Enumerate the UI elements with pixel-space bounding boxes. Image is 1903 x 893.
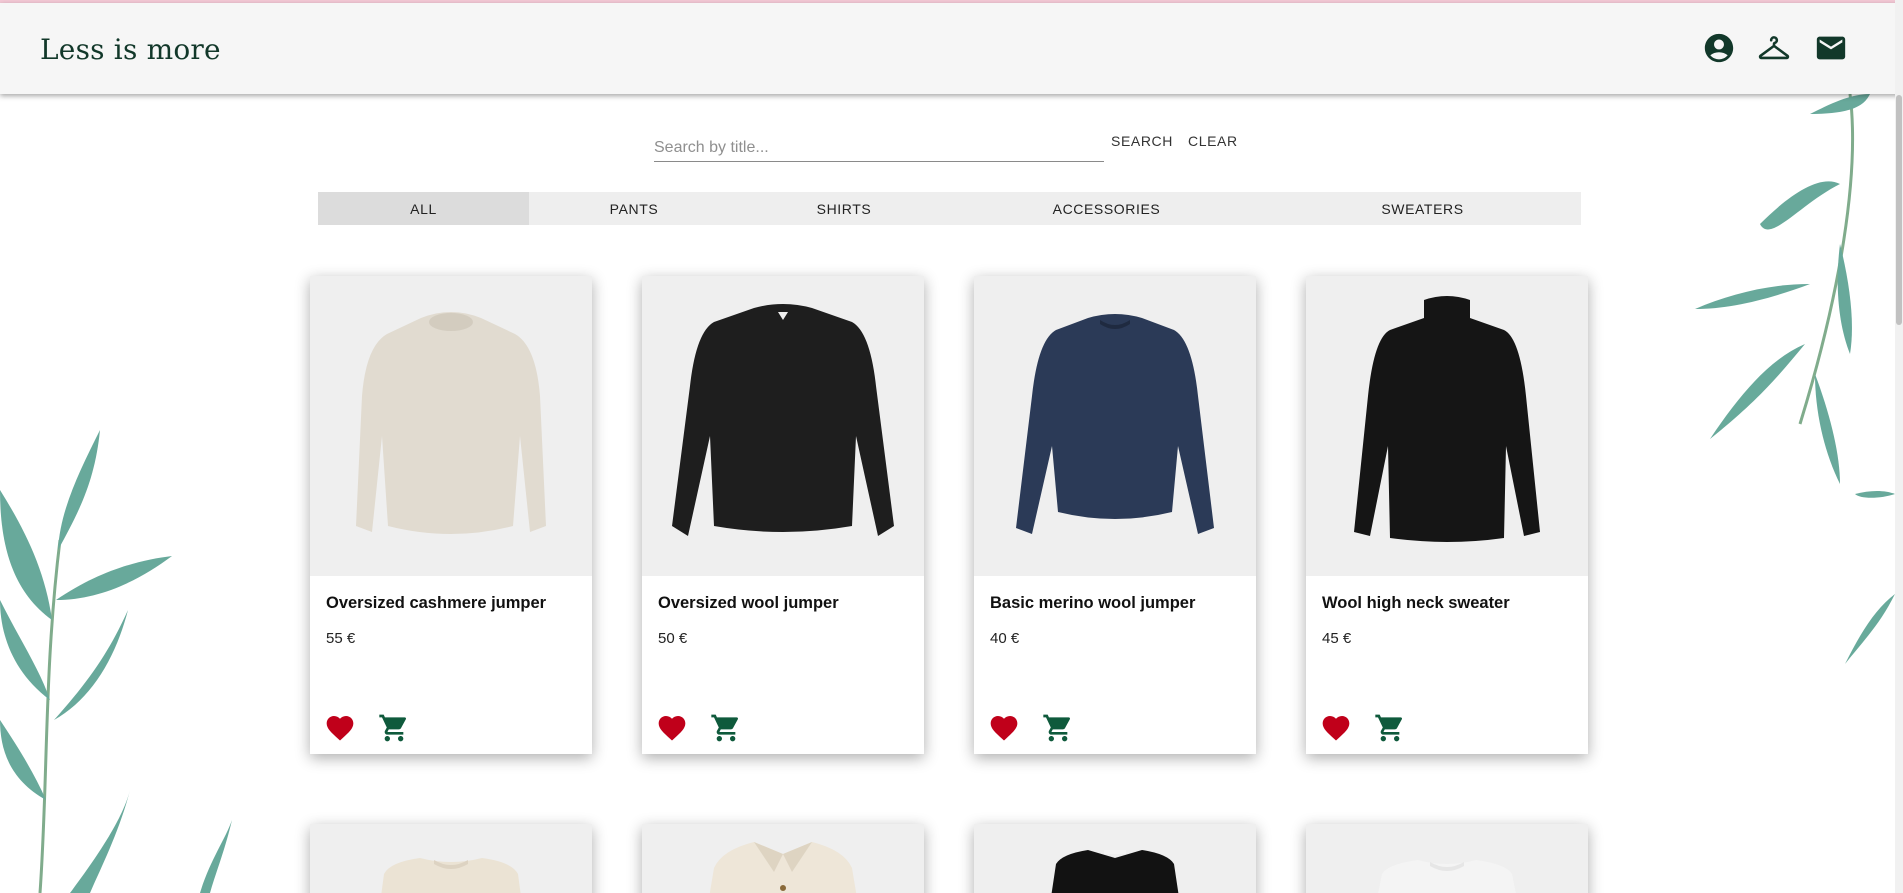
tab-shirts[interactable]: SHIRTS	[739, 192, 949, 225]
tab-all[interactable]: ALL	[318, 192, 529, 225]
product-image[interactable]	[310, 824, 592, 893]
cart-icon[interactable]	[378, 712, 410, 744]
product-card[interactable]: Wool high neck sweater 45 €	[1306, 276, 1588, 754]
sweater-shape	[672, 304, 894, 536]
cart-icon[interactable]	[1042, 712, 1074, 744]
product-title[interactable]: Basic merino wool jumper	[990, 594, 1195, 613]
product-image[interactable]	[1306, 824, 1588, 893]
heart-icon[interactable]	[1320, 712, 1352, 744]
scrollbar-thumb[interactable]	[1896, 95, 1902, 325]
product-card[interactable]	[1306, 824, 1588, 893]
product-price: 50 €	[658, 630, 688, 647]
cart-icon[interactable]	[1374, 712, 1406, 744]
product-image[interactable]	[1306, 276, 1588, 576]
page-scrollbar[interactable]	[1895, 0, 1903, 893]
cart-icon[interactable]	[710, 712, 742, 744]
heart-icon[interactable]	[988, 712, 1020, 744]
product-title[interactable]: Oversized cashmere jumper	[326, 594, 546, 613]
product-image[interactable]	[310, 276, 592, 576]
sweater-shape	[1016, 314, 1214, 534]
product-card[interactable]: Oversized wool jumper 50 €	[642, 276, 924, 754]
tab-sweaters[interactable]: SWEATERS	[1264, 192, 1581, 225]
sweater-shape	[1354, 296, 1540, 542]
product-price: 40 €	[990, 630, 1020, 647]
leaf-decoration-right	[1695, 94, 1895, 664]
product-image[interactable]	[974, 824, 1256, 893]
sweater-shape	[356, 312, 546, 534]
tab-pants[interactable]: PANTS	[529, 192, 739, 225]
search-button[interactable]: SEARCH	[1111, 133, 1173, 149]
product-card[interactable]: Basic merino wool jumper 40 €	[974, 276, 1256, 754]
product-card[interactable]	[310, 824, 592, 893]
product-card[interactable]: Oversized cashmere jumper 55 €	[310, 276, 592, 754]
app-header: Less is more	[0, 3, 1903, 94]
hanger-icon[interactable]	[1757, 31, 1791, 65]
tab-accessories[interactable]: ACCESSORIES	[949, 192, 1264, 225]
clear-button[interactable]: CLEAR	[1188, 133, 1238, 149]
product-price: 45 €	[1322, 630, 1352, 647]
product-card[interactable]	[974, 824, 1256, 893]
heart-icon[interactable]	[324, 712, 356, 744]
leaf-decoration-left	[0, 430, 232, 893]
product-price: 55 €	[326, 630, 356, 647]
category-tabs: ALL PANTS SHIRTS ACCESSORIES SWEATERS	[318, 192, 1581, 225]
product-image[interactable]	[642, 276, 924, 576]
search-field	[654, 124, 1104, 162]
heart-icon[interactable]	[656, 712, 688, 744]
product-title[interactable]: Oversized wool jumper	[658, 594, 839, 613]
logo[interactable]: Less is more	[40, 33, 221, 66]
account-icon[interactable]	[1702, 31, 1736, 65]
product-image[interactable]	[642, 824, 924, 893]
product-title[interactable]: Wool high neck sweater	[1322, 594, 1510, 613]
product-card[interactable]	[642, 824, 924, 893]
search-input[interactable]	[654, 124, 1104, 162]
mail-icon[interactable]	[1814, 31, 1848, 65]
product-image[interactable]	[974, 276, 1256, 576]
